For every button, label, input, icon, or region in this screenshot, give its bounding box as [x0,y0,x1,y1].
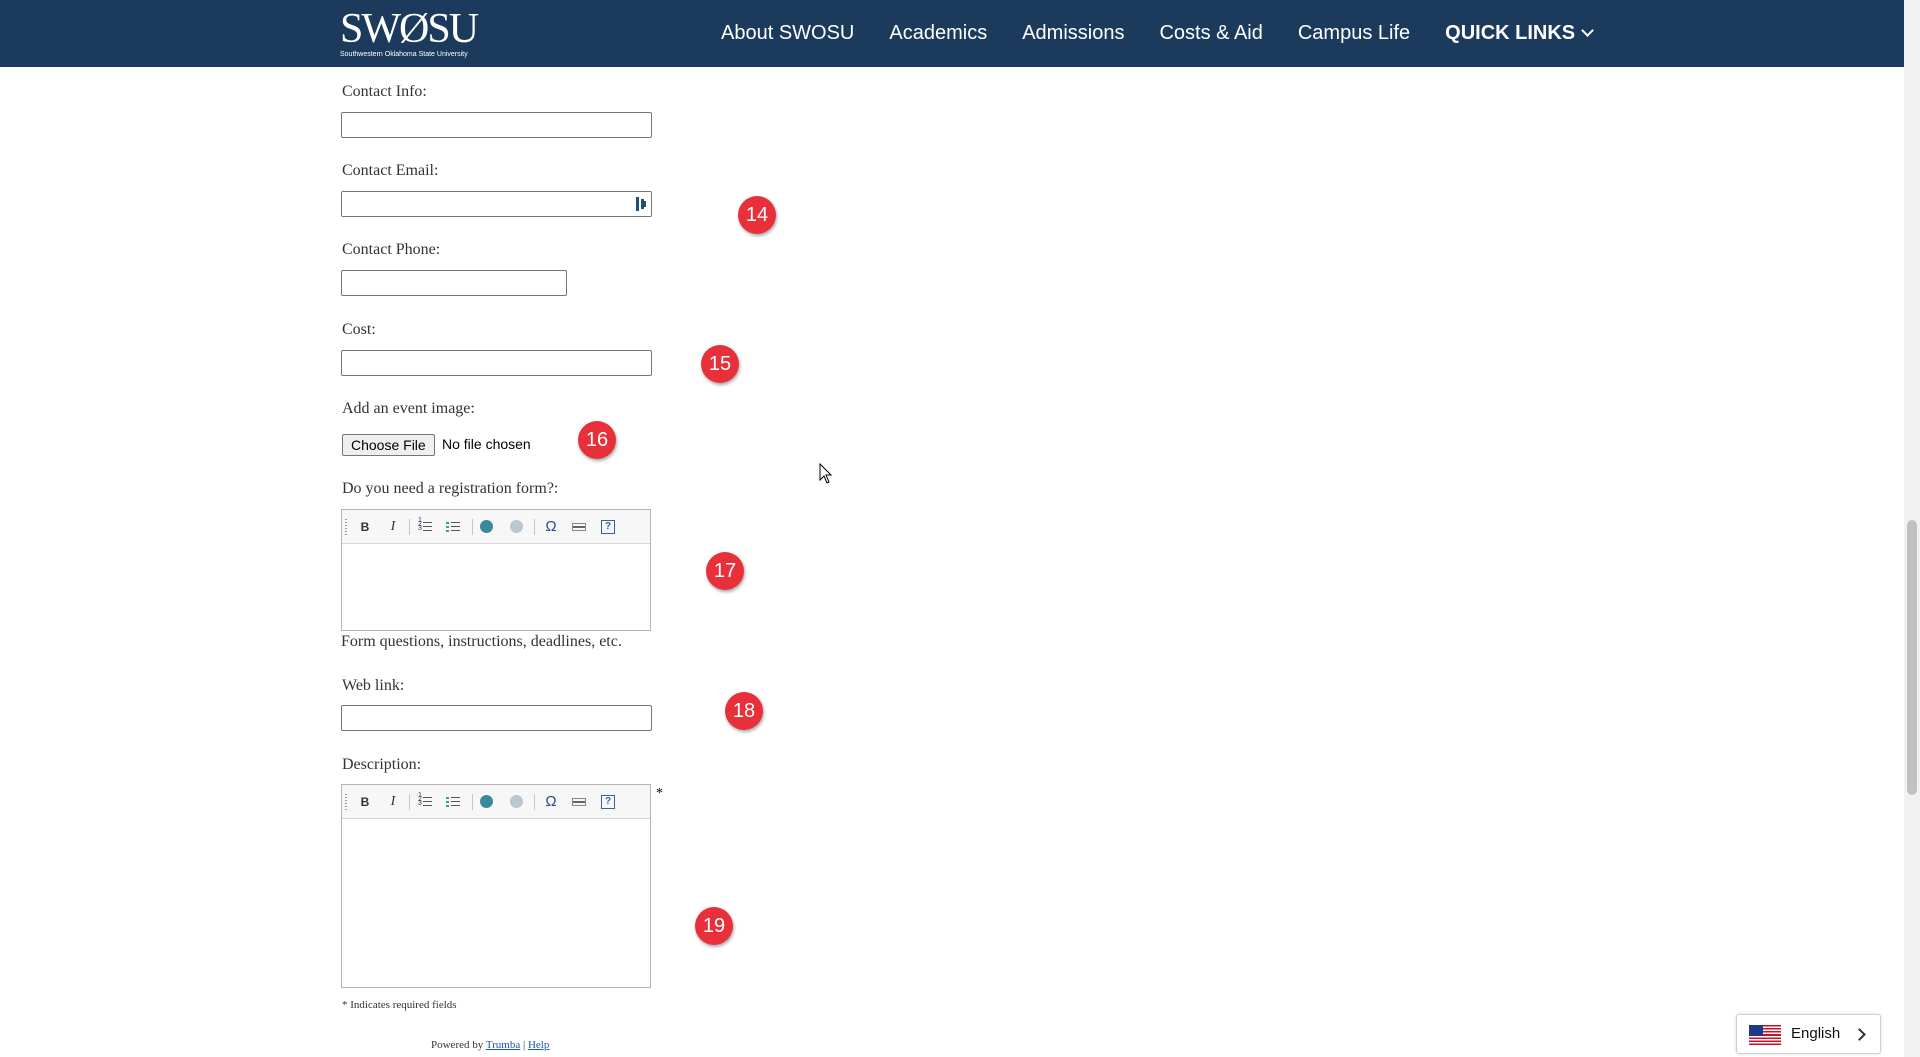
web-link-field[interactable] [341,705,652,731]
contact-info-label: Contact Info: [342,83,427,100]
web-link-label: Web link: [342,677,405,694]
powered-by: Powered by Trumba | Help [431,1039,549,1051]
contact-info-input[interactable] [342,113,651,137]
bold-button[interactable]: B [357,519,373,535]
event-image-label: Add an event image: [342,400,475,417]
contact-phone-field[interactable] [341,270,567,296]
insert-link-icon[interactable] [479,519,495,535]
insert-link-icon[interactable] [479,794,495,810]
help-link[interactable]: Help [528,1039,549,1051]
description-label: Description: [342,756,422,773]
language-selector[interactable]: English [1736,1014,1881,1054]
file-status-text: No file chosen [442,436,531,452]
nav-academics[interactable]: Academics [889,22,987,45]
toolbar-grip [345,794,347,810]
choose-file-button[interactable]: Choose File [342,434,435,456]
main-nav: About SWOSU Academics Admissions Costs &… [721,0,1595,67]
horizontal-rule-icon[interactable] [571,794,587,810]
nav-quick-links[interactable]: QUICK LINKS [1445,22,1595,45]
toolbar-grip [345,519,347,535]
toolbar-separator [534,794,535,810]
required-asterisk: * [656,786,663,801]
powered-by-text: Powered by [431,1039,484,1051]
contact-phone-input[interactable] [342,271,566,295]
italic-button[interactable]: I [385,519,401,535]
toolbar-separator [409,794,410,810]
contact-phone-label: Contact Phone: [342,241,441,258]
web-link-input[interactable] [342,706,651,730]
registration-form-label: Do you need a registration form?: [342,480,559,497]
site-header: SWØSU Southwestern Oklahoma State Univer… [0,0,1904,67]
registration-editor[interactable]: B I 123 Ω ? [341,509,651,631]
autofill-icon[interactable] [635,197,647,211]
swosu-logo[interactable]: SWØSU Southwestern Oklahoma State Univer… [340,6,479,59]
step-badge: 16 [578,421,616,459]
registration-hint: Form questions, instructions, deadlines,… [341,633,622,650]
scrollbar-thumb[interactable] [1907,520,1917,795]
help-icon[interactable]: ? [600,519,616,535]
nav-admissions[interactable]: Admissions [1022,22,1124,45]
cost-label: Cost: [342,321,376,338]
toolbar-separator [472,519,473,535]
language-label: English [1791,1025,1841,1042]
ordered-list-icon[interactable]: 123 [418,792,434,810]
unordered-list-icon[interactable] [446,794,462,810]
step-badge: 17 [706,552,744,590]
nav-campus-life[interactable]: Campus Life [1298,22,1410,45]
contact-email-field[interactable] [341,191,652,217]
us-flag-icon [1749,1025,1781,1045]
horizontal-rule-icon[interactable] [571,519,587,535]
logo-wordmark: SWØSU [340,6,479,52]
chevron-right-icon [1853,1028,1866,1041]
mouse-cursor-icon [819,463,833,484]
contact-info-field[interactable] [341,112,652,138]
logo-subtitle: Southwestern Oklahoma State University [340,51,468,58]
editor-toolbar: B I 123 Ω ? [342,785,650,819]
trumba-link[interactable]: Trumba [486,1039,520,1051]
special-character-icon[interactable]: Ω [543,519,559,535]
cost-input[interactable] [342,351,651,375]
contact-email-input[interactable] [342,192,651,216]
toolbar-separator [472,794,473,810]
italic-button[interactable]: I [385,794,401,810]
chevron-down-icon [1581,24,1595,37]
step-badge: 15 [701,345,739,383]
footer-separator: | [523,1039,526,1051]
nav-about[interactable]: About SWOSU [721,22,854,45]
ordered-list-icon[interactable]: 123 [418,517,434,535]
step-badge: 18 [725,692,763,730]
quick-links-label: QUICK LINKS [1445,22,1576,44]
step-badge: 14 [738,196,776,234]
special-character-icon[interactable]: Ω [543,794,559,810]
description-editor[interactable]: B I 123 Ω ? [341,784,651,988]
unordered-list-icon[interactable] [446,519,462,535]
bold-button[interactable]: B [357,794,373,810]
remove-link-icon[interactable] [509,794,525,810]
contact-email-label: Contact Email: [342,162,439,179]
toolbar-separator [534,519,535,535]
page-scrollbar[interactable] [1904,0,1920,1057]
nav-costs-aid[interactable]: Costs & Aid [1159,22,1262,45]
step-badge: 19 [695,907,733,945]
required-note: * Indicates required fields [342,999,457,1011]
cost-field[interactable] [341,350,652,376]
help-icon[interactable]: ? [600,794,616,810]
toolbar-separator [409,519,410,535]
editor-toolbar: B I 123 Ω ? [342,510,650,544]
remove-link-icon[interactable] [509,519,525,535]
